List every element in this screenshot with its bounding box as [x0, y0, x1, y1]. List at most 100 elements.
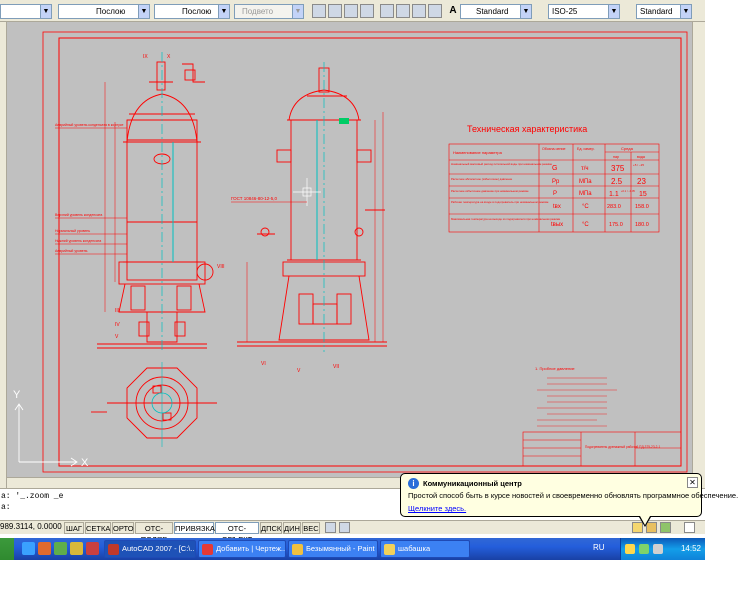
row0-v1: 375 [611, 164, 625, 173]
grid-icon[interactable] [328, 4, 342, 18]
task-opera[interactable]: Добавить | Чертеж... [198, 540, 286, 558]
ucs-y-label: Y [13, 389, 21, 401]
task-folder[interactable]: шабашка [380, 540, 470, 558]
row4-sym: tвых [551, 222, 563, 228]
calculator-icon[interactable] [428, 4, 442, 18]
sheet-outer-frame [42, 31, 688, 473]
info-icon: i [408, 478, 419, 489]
dimstyle-combo[interactable]: ISO-25 ▼ [548, 4, 620, 19]
ucs-x-label: X [81, 457, 89, 469]
tablestyle-combo[interactable]: Standard ▼ [636, 4, 692, 19]
drawing-svg: Аварийный уровень конденсата в корпусе В… [13, 31, 688, 473]
explorer-icon[interactable] [54, 542, 67, 555]
otrack-toggle[interactable]: ОТС-ОБЪЕКТ [215, 522, 259, 544]
row3-sym: tвх [553, 204, 561, 210]
row3-v1: 283.0 [607, 204, 621, 210]
language-indicator[interactable]: RU [593, 543, 605, 552]
callout-x: X [167, 54, 171, 60]
lineweight-combo[interactable]: Послою ▼ [154, 4, 230, 19]
th-name: Наименование параметра [453, 150, 503, 155]
properties-toolbar: ▼ Послою ▼ Послою ▼ Подвето ▼ A Standard ▼ I… [0, 0, 705, 22]
system-tray: 14:52 [620, 538, 705, 560]
tech-row-4: Максимальная температура на выходе из по… [451, 217, 649, 228]
th-media-water: вода [637, 155, 645, 159]
callout-v: V [115, 334, 119, 340]
left-draw-toolbar[interactable] [0, 22, 7, 490]
textstyle-combo[interactable]: Standard ▼ [460, 4, 532, 19]
linetype-combo[interactable]: Послою ▼ [58, 4, 150, 19]
tech-row-2: Расчетное избыточное давление при номина… [451, 189, 647, 198]
grid-toggle[interactable]: СЕТКА [85, 522, 111, 534]
row1-sym: Pр [552, 179, 560, 185]
volume-icon[interactable] [653, 544, 663, 554]
level-label-3: Нормальный уровень [55, 229, 90, 233]
task-autocad[interactable]: AutoCAD 2007 - [C:\... [104, 540, 196, 558]
selected-grip [339, 118, 349, 124]
folder-icon[interactable] [70, 542, 83, 555]
annotation-icon[interactable] [660, 522, 671, 533]
lwt-toggle[interactable]: ВЕС [302, 522, 320, 534]
gost-label: ГОСТ 10846-80-12-5,0 [231, 196, 278, 201]
start-button[interactable] [0, 538, 14, 560]
media-icon[interactable] [38, 542, 51, 555]
th-media: Среда [621, 146, 634, 151]
color-combo[interactable]: ▼ [0, 4, 52, 19]
row2-name: Расчетное избыточное давление при номина… [451, 189, 529, 193]
communication-center-balloon: i Коммуникационный центр ✕ Простой спосо… [400, 473, 739, 527]
model-icon[interactable] [325, 522, 336, 533]
ortho-toggle[interactable]: ОРТО [112, 522, 134, 534]
layer-icon[interactable] [312, 4, 326, 18]
snap-toggle[interactable]: ШАГ [64, 522, 84, 534]
row3-name: Рабочая температура на входе в подогрева… [451, 200, 549, 204]
balloon-title: Коммуникационный центр [423, 479, 522, 488]
row1-v2: 23 [637, 177, 646, 186]
level-label-5: Аварийный уровень [55, 249, 88, 253]
windows-taskbar: AutoCAD 2007 - [C:\... Добавить | Чертеж… [0, 538, 705, 560]
coordinates-readout: 989.3114, 0.0000 [0, 522, 62, 531]
dyn-toggle[interactable]: ДИН [283, 522, 301, 534]
level-label-4: Нижний уровень конденсата [55, 239, 101, 243]
osnap-toggle[interactable]: ПРИВЯЗКА [174, 522, 215, 534]
th-sym: Обозна-чение [542, 147, 566, 151]
paste-icon[interactable] [360, 4, 374, 18]
copy-icon[interactable] [344, 4, 358, 18]
row3-v2: 158.0 [635, 204, 649, 210]
dimensions-right [246, 112, 384, 342]
opera-icon[interactable] [86, 542, 99, 555]
table-icon[interactable] [380, 4, 394, 18]
row4-v1: 175.0 [609, 222, 623, 228]
th-media-steam: пар [613, 155, 619, 159]
row2-sym: P [553, 191, 557, 197]
drawing-canvas[interactable]: Аварийный уровень конденсата в корпусе В… [7, 22, 692, 477]
balloon-message: Простой способ быть в курсе новостей и с… [408, 491, 739, 500]
level-label-1: Аварийный уровень конденсата в корпусе [55, 123, 124, 127]
callout-v-side: V [297, 368, 301, 374]
polar-toggle[interactable]: ОТС-ПОЛЯР [135, 522, 173, 544]
clean-screen-icon[interactable] [684, 522, 695, 533]
vertical-scrollbar[interactable] [692, 22, 705, 490]
status-bar: 989.3114, 0.0000 ШАГ СЕТКА ОРТО ОТС-ПОЛЯ… [0, 520, 705, 544]
tray-icon[interactable] [639, 544, 649, 554]
row1-unit: МПа [579, 179, 592, 185]
vessel-front-view [97, 61, 214, 349]
task-paint[interactable]: Безымянный - Paint [288, 540, 378, 558]
tech-title: Техническая характеристика [467, 124, 587, 134]
properties-icon[interactable] [396, 4, 410, 18]
plotstyle-combo[interactable]: Подвето ▼ [234, 4, 304, 19]
ie-icon[interactable] [22, 542, 35, 555]
balloon-link[interactable]: Щелкните здесь. [408, 504, 466, 513]
block-icon[interactable] [412, 4, 426, 18]
callout-iv: IV [115, 322, 120, 328]
row3-unit: °С [582, 204, 589, 210]
callout-viii: VIII [217, 264, 225, 270]
close-icon[interactable]: ✕ [687, 477, 698, 488]
row4-v2: 180.0 [635, 222, 649, 228]
ducs-toggle[interactable]: ДПСК [260, 522, 282, 534]
th-unit: Ед. измер. [577, 147, 595, 151]
ucs-icon [14, 403, 78, 467]
title-block-name: Подогреватель дренажный рабочий ПД-375-2… [585, 445, 660, 449]
tray-icon[interactable] [625, 544, 635, 554]
layout-icon[interactable] [339, 522, 350, 533]
dimensions-left [55, 82, 127, 312]
row1-name: Расчетное абсолютное (избыточное) давлен… [451, 177, 513, 181]
